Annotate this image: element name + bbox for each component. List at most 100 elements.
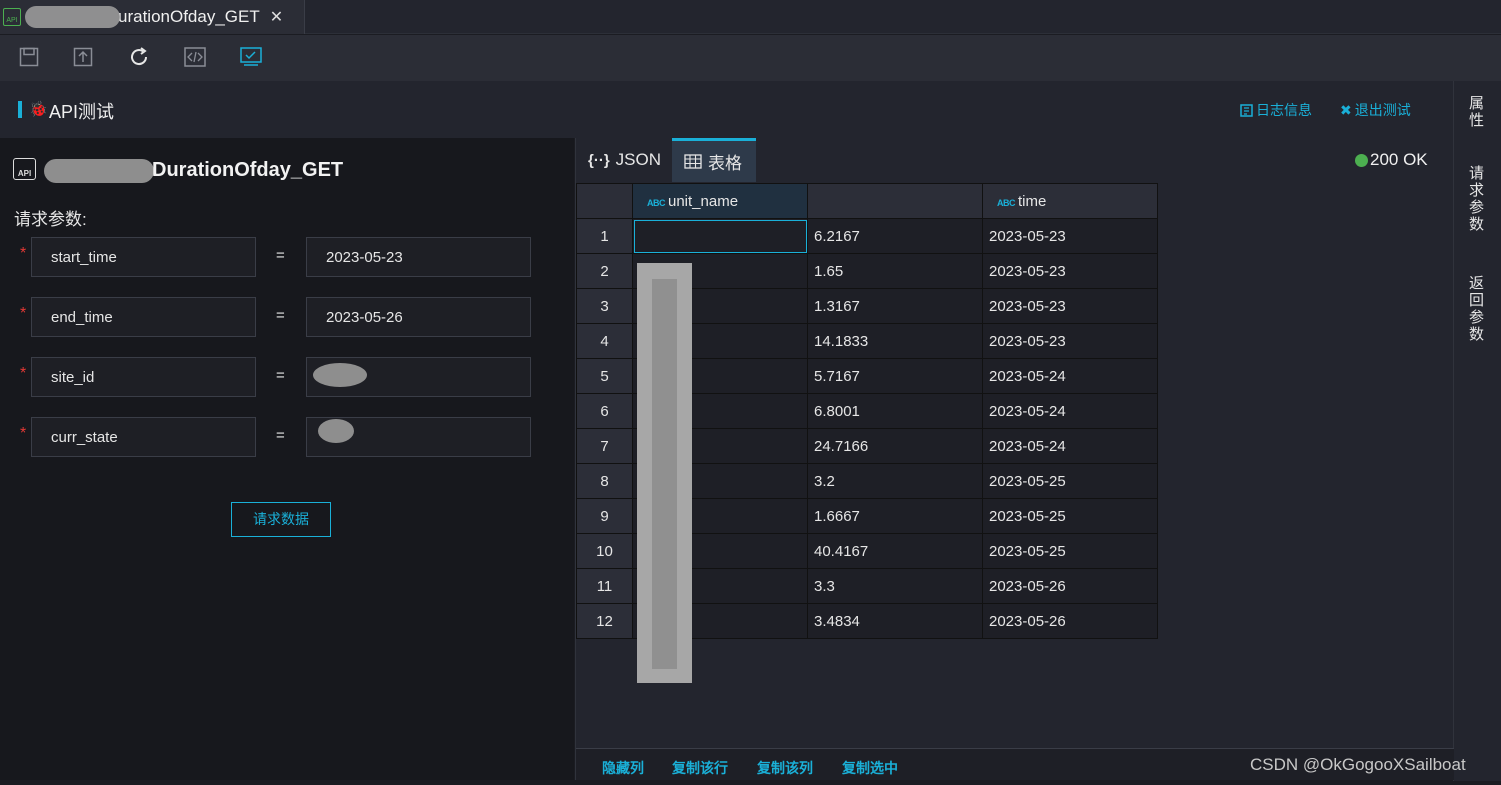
param-row: * start_time = 2023-05-23: [0, 237, 574, 277]
column-header-label: time: [1018, 192, 1047, 210]
cell-value[interactable]: 3.2: [807, 463, 983, 499]
required-marker: *: [20, 245, 27, 262]
param-row: * curr_state =: [0, 417, 574, 457]
copy-row-link[interactable]: 复制该行: [672, 758, 728, 778]
table-row[interactable]: 1 6.2167 2023-05-23: [576, 218, 1158, 254]
x-icon: ✖: [1340, 101, 1352, 118]
ret-params-tab-label: 返回参数: [1467, 275, 1484, 343]
status-badge: 200 OK: [1355, 150, 1428, 170]
copy-column-link[interactable]: 复制该列: [757, 758, 813, 778]
row-number: 4: [576, 323, 633, 359]
bug-icon: 🐞: [29, 101, 48, 118]
cell-value[interactable]: 3.3: [807, 568, 983, 604]
api-icon: API: [3, 8, 21, 26]
cell-value[interactable]: 1.3167: [807, 288, 983, 324]
status-dot-icon: [1355, 153, 1368, 167]
cell-time[interactable]: 2023-05-25: [982, 463, 1158, 499]
row-number: 8: [576, 463, 633, 499]
cell-time[interactable]: 2023-05-26: [982, 603, 1158, 639]
code-icon[interactable]: [183, 45, 207, 69]
text-type-icon: ABC: [647, 197, 666, 208]
toolbar: [0, 35, 1501, 81]
hide-column-link[interactable]: 隐藏列: [602, 758, 644, 778]
cell-value[interactable]: 40.4167: [807, 533, 983, 569]
required-marker: *: [20, 305, 27, 322]
redacted-blur: [44, 159, 154, 183]
upload-icon[interactable]: [71, 45, 95, 69]
watermark: CSDN @OkGogooXSailboat: [1250, 755, 1466, 774]
copy-selected-link[interactable]: 复制选中: [842, 758, 898, 778]
props-tab-label: 属性: [1467, 95, 1484, 129]
cell-value[interactable]: 1.6667: [807, 498, 983, 534]
api-name: DurationOfday_GET: [152, 159, 344, 181]
column-header-time[interactable]: ABC time: [982, 183, 1158, 219]
column-header-label: unit_name: [668, 192, 739, 210]
request-params-label: 请求参数:: [14, 210, 87, 229]
row-number: 6: [576, 393, 633, 429]
tab-table[interactable]: 表格: [672, 138, 756, 182]
param-value-input[interactable]: 2023-05-23: [306, 237, 531, 277]
page-header: 🐞 API测试 日志信息 ✖ 退出测试: [0, 81, 1453, 138]
cell-time[interactable]: 2023-05-23: [982, 253, 1158, 289]
row-number-header: [576, 183, 633, 219]
cell-value[interactable]: 6.2167: [807, 218, 983, 254]
cell-value[interactable]: 14.1833: [807, 323, 983, 359]
exit-link-label: 退出测试: [1354, 102, 1411, 118]
tab-title: urationOfday_GET: [118, 7, 260, 26]
cell-time[interactable]: 2023-05-23: [982, 218, 1158, 254]
tab-json[interactable]: {··} JSON: [586, 138, 663, 182]
param-name: end_time: [31, 297, 256, 337]
req-params-tab-label: 请求参数: [1467, 165, 1484, 233]
cell-time[interactable]: 2023-05-24: [982, 358, 1158, 394]
cell-value[interactable]: 5.7167: [807, 358, 983, 394]
status-text: 200 OK: [1370, 150, 1428, 169]
request-data-button[interactable]: 请求数据: [231, 502, 331, 537]
cell-value[interactable]: 1.65: [807, 253, 983, 289]
param-value-input[interactable]: 2023-05-26: [306, 297, 531, 337]
row-number: 1: [576, 218, 633, 254]
column-header-unit-name[interactable]: ABC unit_name: [632, 183, 808, 219]
cell-time[interactable]: 2023-05-25: [982, 533, 1158, 569]
cell-value[interactable]: 24.7166: [807, 428, 983, 464]
result-panel: {··} JSON 表格 200 OK ABC unit_name ABC time…: [575, 138, 1454, 780]
row-number: 7: [576, 428, 633, 464]
cell-time[interactable]: 2023-05-24: [982, 428, 1158, 464]
header-accent-bar: [18, 101, 22, 118]
cell-unit-name[interactable]: [632, 218, 808, 254]
page-title: API测试: [49, 102, 115, 122]
ret-params-tab[interactable]: 返回参数: [1454, 275, 1496, 343]
req-params-tab[interactable]: 请求参数: [1454, 165, 1496, 233]
param-name: site_id: [31, 357, 256, 397]
tab-api[interactable]: API urationOfday_GET ✕: [0, 0, 305, 34]
json-icon: {··}: [588, 151, 610, 169]
props-tab[interactable]: 属性: [1454, 95, 1496, 129]
log-icon: [1240, 103, 1253, 117]
cell-value[interactable]: 3.4834: [807, 603, 983, 639]
equals-sign: =: [276, 307, 285, 324]
row-number: 3: [576, 288, 633, 324]
monitor-icon[interactable]: [239, 45, 263, 69]
exit-test-link[interactable]: ✖ 退出测试: [1340, 100, 1411, 120]
param-name: start_time: [31, 237, 256, 277]
cell-value[interactable]: 6.8001: [807, 393, 983, 429]
row-number: 12: [576, 603, 633, 639]
equals-sign: =: [276, 427, 285, 444]
request-panel: API DurationOfday_GET 请求参数: * start_time…: [0, 138, 574, 780]
right-side-panel: 属性 请求参数 返回参数: [1453, 81, 1501, 781]
tab-bar: API urationOfday_GET ✕: [0, 0, 1501, 34]
close-icon[interactable]: ✕: [270, 7, 283, 27]
row-number: 5: [576, 358, 633, 394]
row-number: 9: [576, 498, 633, 534]
cell-time[interactable]: 2023-05-24: [982, 393, 1158, 429]
cell-time[interactable]: 2023-05-23: [982, 288, 1158, 324]
result-table: ABC unit_name ABC time 1 6.2167 2023-05-23 2 1…: [576, 183, 1454, 683]
cell-time[interactable]: 2023-05-26: [982, 568, 1158, 604]
column-header-value[interactable]: [807, 183, 983, 219]
save-icon[interactable]: [17, 45, 41, 69]
cell-time[interactable]: 2023-05-23: [982, 323, 1158, 359]
refresh-icon[interactable]: [127, 45, 151, 69]
required-marker: *: [20, 365, 27, 382]
cell-time[interactable]: 2023-05-25: [982, 498, 1158, 534]
equals-sign: =: [276, 247, 285, 264]
log-link[interactable]: 日志信息: [1240, 100, 1312, 120]
